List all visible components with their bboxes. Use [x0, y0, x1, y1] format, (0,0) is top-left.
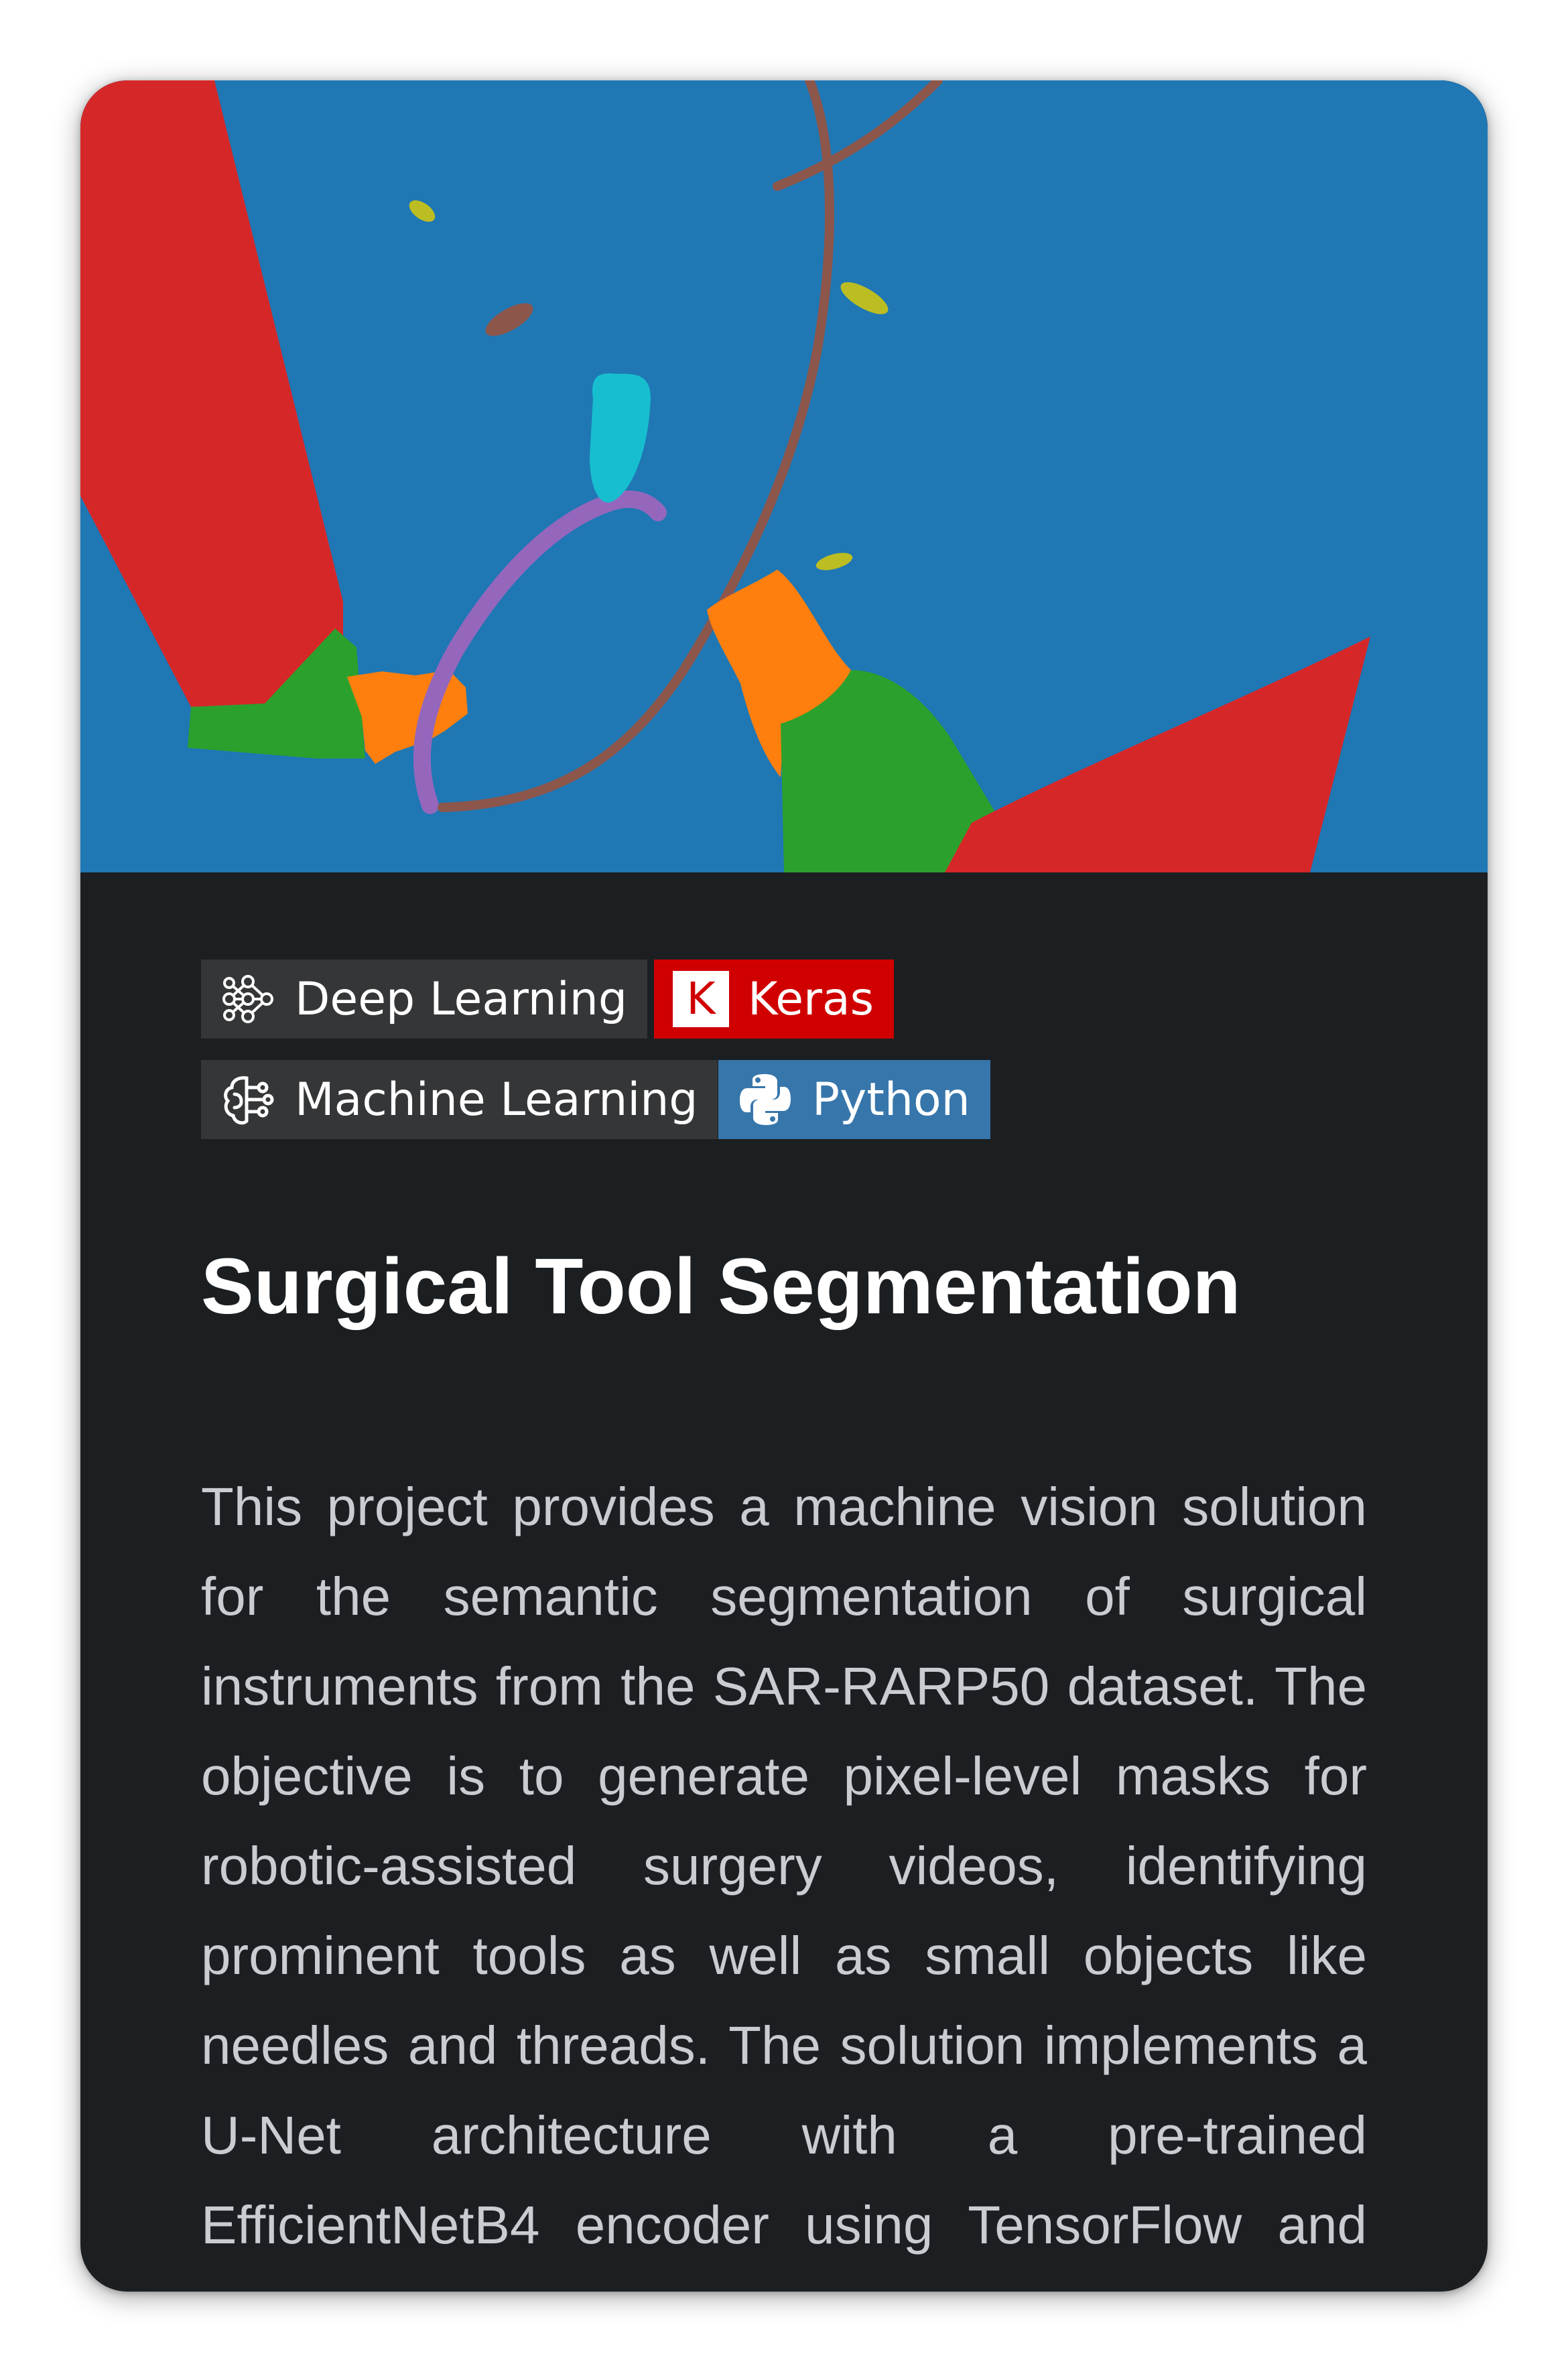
tag-label: Keras	[748, 972, 874, 1026]
brain-circuit-icon	[220, 1071, 276, 1128]
tag-label: Deep Learning	[295, 972, 628, 1026]
keras-letter: K	[673, 971, 729, 1027]
project-card[interactable]: Deep Learning K Keras Machine Learning P…	[80, 80, 1488, 2292]
neural-network-icon	[220, 971, 276, 1027]
tag-label: Machine Learning	[295, 1073, 698, 1126]
project-description: This project provides a machine vision s…	[201, 1477, 1367, 2292]
tag-machine-learning[interactable]: Machine Learning	[201, 1060, 718, 1139]
project-thumbnail-image[interactable]	[80, 80, 1488, 872]
tag-deep-learning[interactable]: Deep Learning	[201, 960, 648, 1039]
tag-keras[interactable]: K Keras	[654, 960, 895, 1039]
project-title[interactable]: Surgical Tool Segmentation	[201, 1241, 1367, 1332]
keras-logo-icon: K	[673, 971, 729, 1027]
python-logo-icon	[737, 1071, 793, 1128]
tag-python[interactable]: Python	[718, 1060, 990, 1139]
tag-label: Python	[812, 1073, 970, 1126]
